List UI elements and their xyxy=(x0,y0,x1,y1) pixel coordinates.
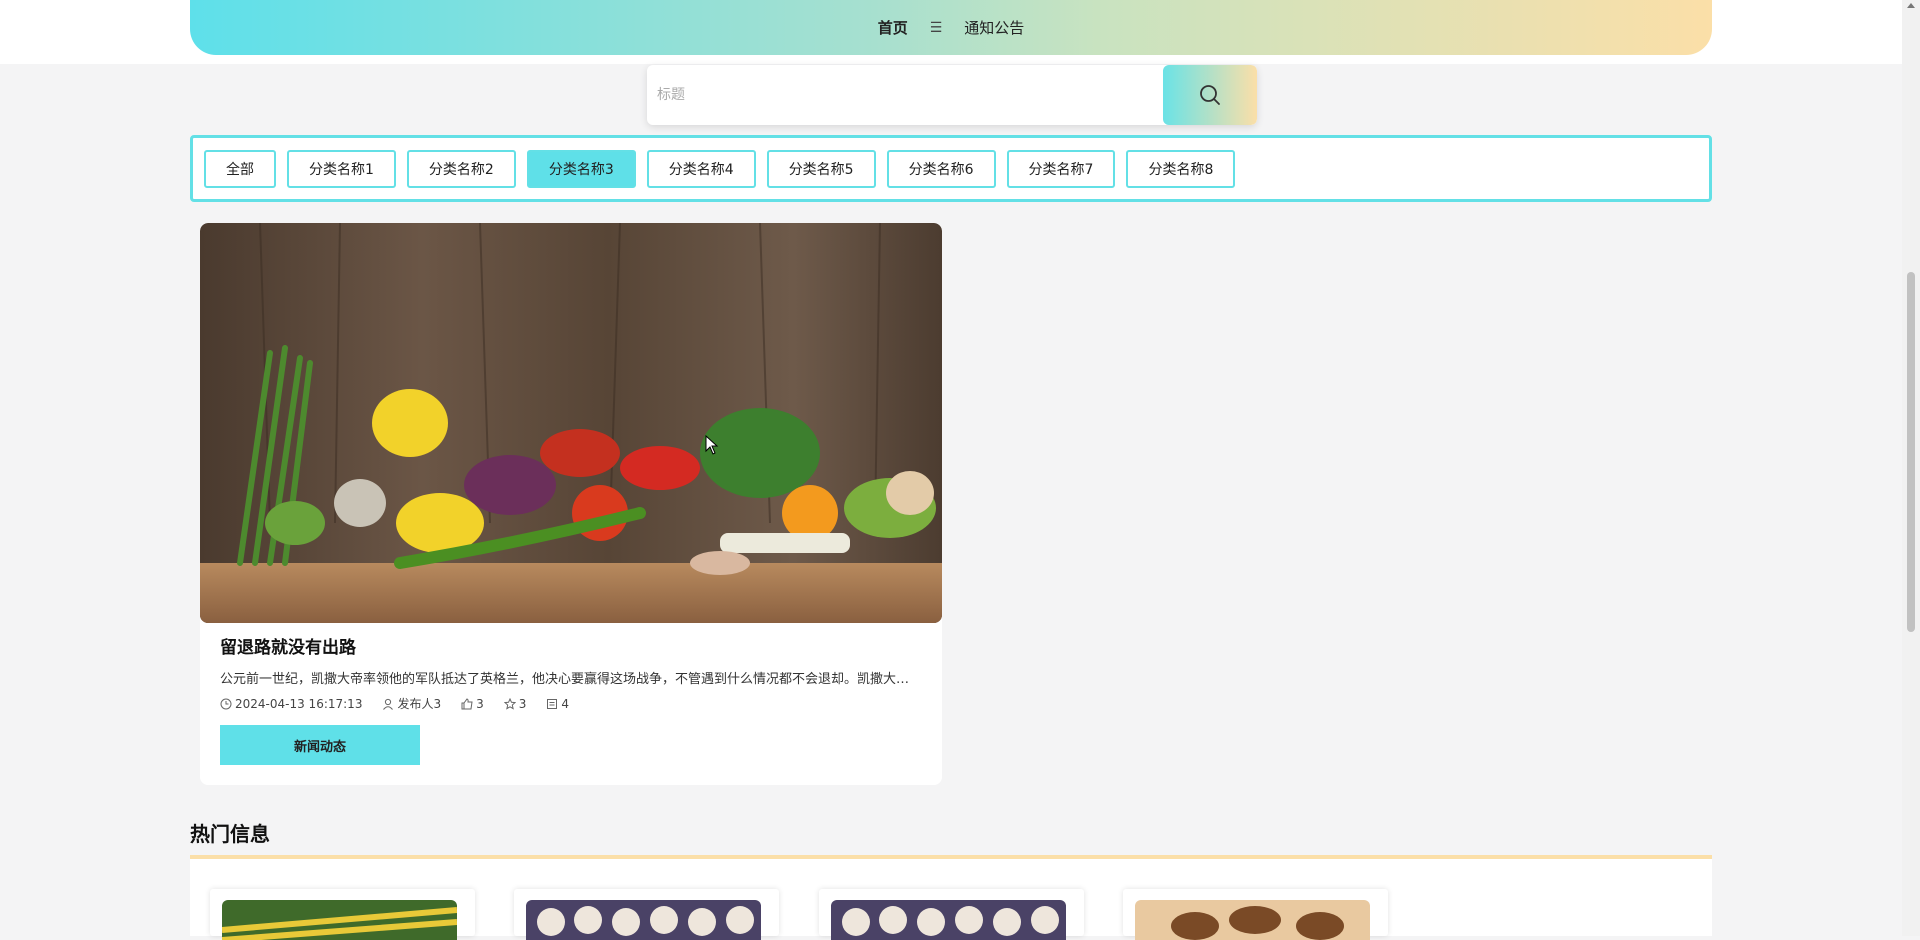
search-button[interactable] xyxy=(1163,65,1257,125)
top-navbar: 首页 ☰ 通知公告 xyxy=(190,0,1712,55)
hot-item-card[interactable] xyxy=(514,889,779,940)
category-all-button[interactable]: 全部 xyxy=(204,149,276,188)
category-3-button[interactable]: 分类名称3 xyxy=(526,149,636,188)
meta-date: 2024-04-13 16:17:13 xyxy=(220,697,362,711)
article-author: 发布人3 xyxy=(397,697,442,711)
nav-home[interactable]: 首页 xyxy=(878,17,908,38)
hot-item-card[interactable] xyxy=(1123,889,1388,940)
menu-icon[interactable]: ☰ xyxy=(930,20,943,36)
article-tag-button[interactable]: 新闻动态 xyxy=(220,725,420,765)
clock-icon xyxy=(220,698,232,709)
article-meta: 2024-04-13 16:17:13 发布人3 3 3 4 xyxy=(220,695,569,712)
category-2-button[interactable]: 分类名称2 xyxy=(406,149,516,188)
thumb-up-icon xyxy=(461,697,473,709)
category-6-button[interactable]: 分类名称6 xyxy=(886,149,996,188)
article-card[interactable]: 留退路就没有出路 公元前一世纪，凯撒大帝率领他的军队抵达了英格兰，他决心要赢得这… xyxy=(200,223,942,785)
hot-item-image[interactable] xyxy=(1135,900,1370,940)
hot-item-card[interactable] xyxy=(210,889,475,940)
article-comments: 4 xyxy=(561,696,570,711)
article-favorites: 3 xyxy=(518,696,527,711)
article-image[interactable] xyxy=(200,223,942,623)
user-icon xyxy=(383,698,394,710)
nav-notice[interactable]: 通知公告 xyxy=(964,17,1024,38)
search-bar xyxy=(647,65,1257,125)
hot-section-title: 热门信息 xyxy=(190,822,270,846)
hot-item-image[interactable] xyxy=(222,900,457,940)
category-7-button[interactable]: 分类名称7 xyxy=(1006,149,1116,188)
category-5-button[interactable]: 分类名称5 xyxy=(766,149,876,188)
hot-item-image[interactable] xyxy=(526,900,761,940)
comment-icon xyxy=(547,698,558,709)
mouse-cursor-icon xyxy=(705,435,719,455)
article-description: 公元前一世纪，凯撒大帝率领他的军队抵达了英格兰，他决心要赢得这场战争，不管遇到什… xyxy=(220,672,920,687)
hot-item-image[interactable] xyxy=(831,900,1066,940)
article-title[interactable]: 留退路就没有出路 xyxy=(220,633,356,658)
meta-comments: 4 xyxy=(546,697,569,711)
hot-item-card[interactable] xyxy=(819,889,1084,940)
article-date: 2024-04-13 16:17:13 xyxy=(235,696,363,711)
page-scrollbar[interactable] xyxy=(1902,0,1920,936)
category-1-button[interactable]: 分类名称1 xyxy=(287,149,396,188)
meta-author: 发布人3 xyxy=(382,695,441,712)
category-filter-bar: 全部 分类名称1 分类名称2 分类名称3 分类名称4 分类名称5 分类名称6 分… xyxy=(190,135,1712,202)
meta-favorites: 3 xyxy=(503,696,527,711)
category-8-button[interactable]: 分类名称8 xyxy=(1126,149,1236,188)
search-icon xyxy=(1200,85,1220,105)
scroll-up-icon[interactable] xyxy=(1907,3,1915,8)
category-4-button[interactable]: 分类名称4 xyxy=(646,149,756,188)
star-icon xyxy=(503,697,516,710)
search-input[interactable] xyxy=(647,65,1157,125)
scrollbar-thumb[interactable] xyxy=(1907,272,1915,632)
article-likes: 3 xyxy=(476,696,484,711)
meta-likes: 3 xyxy=(461,697,484,711)
